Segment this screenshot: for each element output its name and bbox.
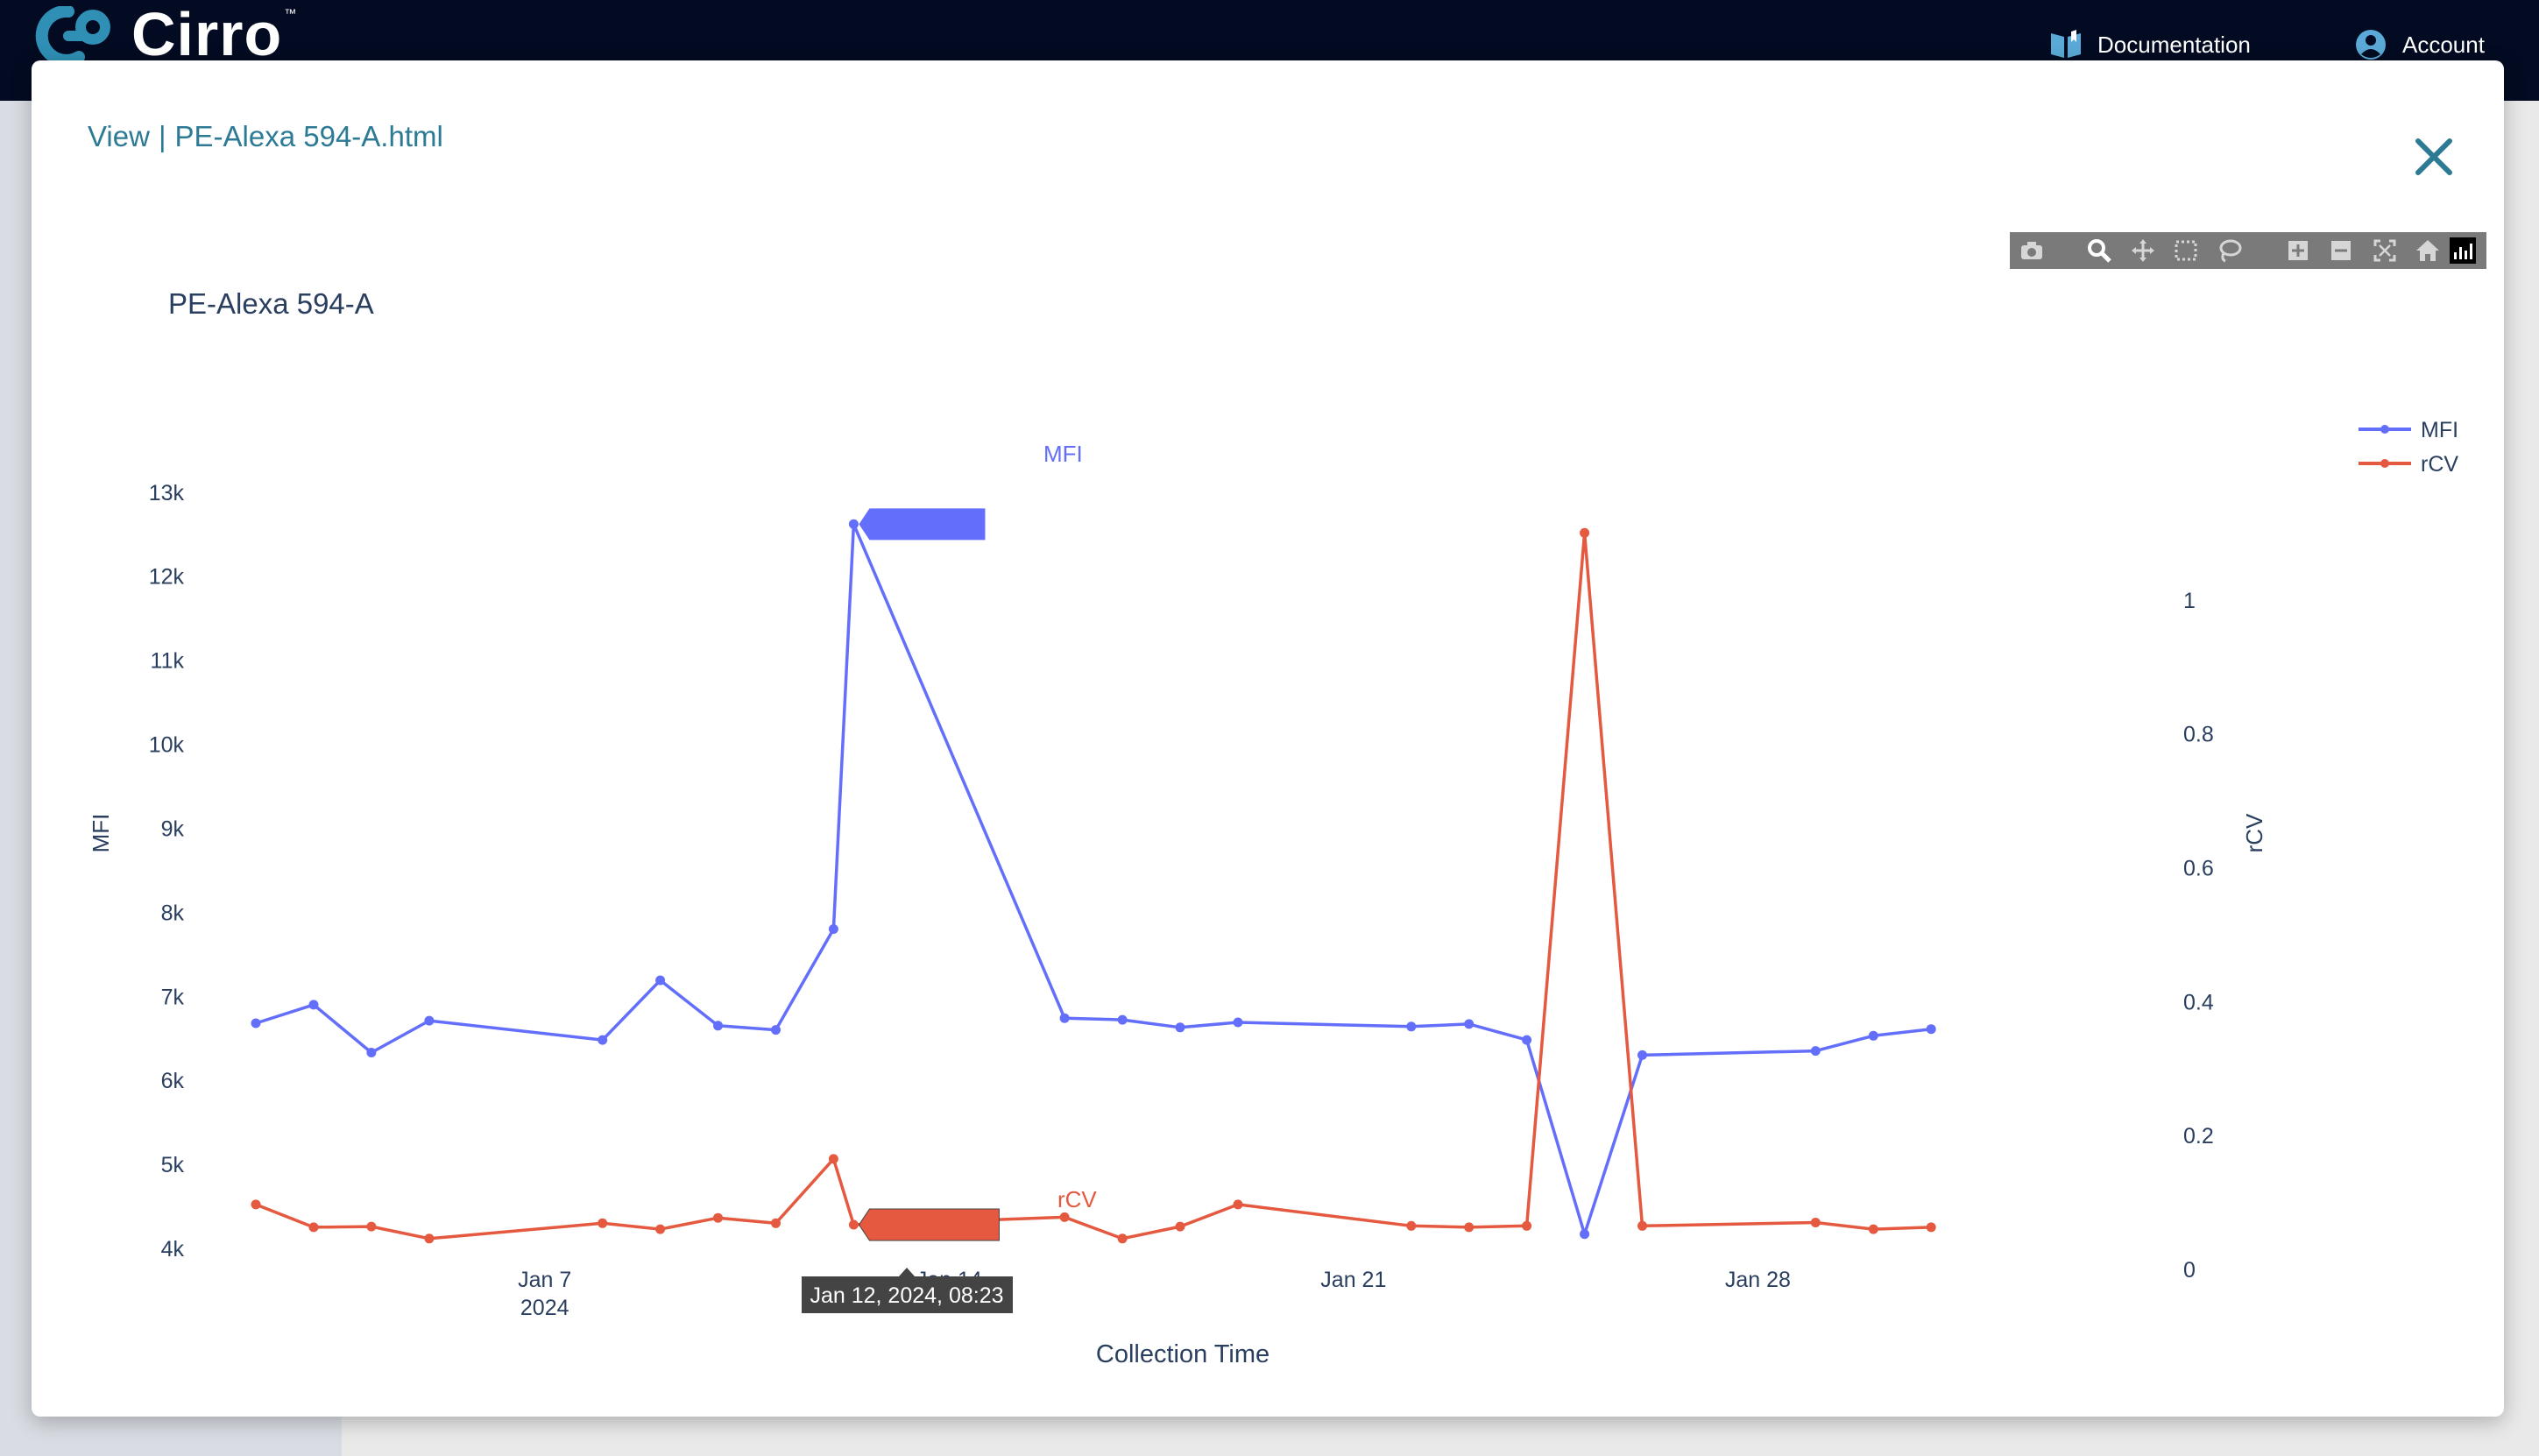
nav-documentation-label: Documentation [2097, 31, 2251, 58]
data-point-rcv[interactable] [1117, 1233, 1128, 1244]
y-axis-ticks: 4k 5k 6k 7k 8k 9k 10k 11k 12k 13k [149, 481, 185, 1262]
y-tick-label: 11k [151, 649, 185, 674]
data-point-rcv[interactable] [1868, 1224, 1878, 1234]
legend-item-mfi[interactable]: MFI [2359, 418, 2458, 442]
data-point-rcv[interactable] [1406, 1220, 1417, 1231]
brand-trademark: ™ [284, 6, 297, 20]
data-point-mfi[interactable] [828, 924, 838, 934]
data-point-rcv[interactable] [1464, 1222, 1475, 1233]
hover-label-mfi: 12.61881k MFI [859, 441, 1083, 541]
hover-x-value: Jan 12, 2024, 08:23 [810, 1283, 1003, 1308]
data-point-rcv[interactable] [366, 1221, 377, 1232]
y2-tick-label: 0.2 [2183, 1124, 2214, 1149]
data-point-mfi[interactable] [1810, 1046, 1821, 1057]
data-point-mfi[interactable] [1233, 1017, 1243, 1028]
hover-mfi-value: 12.61881k [929, 441, 1036, 467]
y2-axis-label: rCV [2241, 813, 2267, 852]
y-tick-label: 12k [149, 565, 185, 590]
y-tick-label: 13k [149, 481, 185, 505]
data-point-rcv[interactable] [1522, 1220, 1532, 1231]
account-circle-icon [2356, 30, 2386, 60]
nav-account[interactable]: Account [2353, 25, 2485, 65]
data-point-mfi[interactable] [1406, 1021, 1417, 1032]
data-point-mfi[interactable] [1637, 1050, 1647, 1060]
data-point-rcv[interactable] [598, 1218, 608, 1228]
data-point-mfi[interactable] [1580, 1229, 1590, 1240]
cirro-logo-icon [35, 6, 110, 66]
data-point-mfi[interactable] [713, 1021, 723, 1031]
data-point-mfi[interactable] [1868, 1030, 1878, 1041]
data-point-rcv[interactable] [1810, 1218, 1821, 1227]
brand[interactable]: Cirro ™ [33, 0, 297, 68]
data-point-rcv[interactable] [308, 1222, 319, 1233]
y-tick-label: 10k [149, 733, 185, 758]
x-tick-label: Jan 21 [1320, 1268, 1386, 1292]
nav-documentation[interactable]: Documentation [2048, 25, 2251, 65]
y2-tick-label: 0 [2183, 1258, 2196, 1283]
y2-tick-label: 0.4 [2183, 990, 2214, 1014]
x-axis-label: Collection Time [1096, 1340, 1270, 1368]
data-point-mfi[interactable] [771, 1025, 781, 1035]
data-point-rcv[interactable] [713, 1212, 723, 1223]
legend: MFI rCV [2359, 418, 2458, 477]
data-point-rcv[interactable] [1580, 527, 1590, 538]
data-point-mfi[interactable] [1926, 1024, 1936, 1035]
data-point-rcv[interactable] [1233, 1199, 1243, 1210]
data-point-mfi[interactable] [308, 1000, 319, 1010]
hover-label-rcv: 0.06667075 rCV [858, 1186, 1097, 1241]
data-point-mfi[interactable] [598, 1035, 608, 1045]
hover-rcv-value: 0.06667075 [929, 1186, 1049, 1212]
data-point-rcv[interactable] [251, 1199, 261, 1210]
x-axis-ticks: Jan 72024Jan 14Jan 21Jan 28 [518, 1268, 1791, 1320]
hover-mfi-name: MFI [1043, 441, 1083, 467]
y-tick-label: 7k [161, 985, 185, 1009]
data-point-mfi[interactable] [1522, 1035, 1532, 1045]
y-tick-label: 6k [161, 1069, 185, 1093]
hover-rcv-name: rCV [1057, 1186, 1097, 1212]
series-line-rcv [255, 531, 1932, 1240]
view-modal: View | PE-Alexa 594-A.html PE-Alexa 594-… [32, 60, 2504, 1417]
nav-account-label: Account [2402, 31, 2485, 58]
book-icon [2051, 30, 2081, 58]
data-point-mfi[interactable] [1117, 1014, 1128, 1025]
data-point-rcv[interactable] [828, 1154, 838, 1164]
data-point-rcv[interactable] [771, 1218, 781, 1228]
data-point-mfi[interactable] [1464, 1019, 1475, 1029]
y2-tick-label: 0.6 [2183, 856, 2214, 880]
data-point-rcv[interactable] [1059, 1212, 1070, 1222]
y-tick-label: 5k [161, 1153, 185, 1177]
y-tick-label: 8k [161, 901, 185, 925]
x-tick-sublabel: 2024 [520, 1296, 569, 1320]
data-point-rcv[interactable] [1175, 1221, 1185, 1232]
data-point-rcv[interactable] [1926, 1222, 1936, 1233]
data-point-rcv[interactable] [1637, 1220, 1647, 1231]
brand-name: Cirro [131, 0, 283, 68]
series-layer [251, 519, 1936, 1244]
y2-axis-ticks: 0 0.2 0.4 0.6 0.8 1 [2183, 589, 2214, 1283]
legend-label-rcv: rCV [2421, 452, 2458, 477]
data-point-mfi[interactable] [424, 1015, 435, 1026]
legend-item-rcv[interactable]: rCV [2359, 452, 2458, 477]
series-line-mfi [255, 522, 1932, 1236]
data-point-mfi[interactable] [366, 1048, 377, 1057]
x-tick-label: Jan 28 [1725, 1268, 1791, 1292]
data-point-mfi[interactable] [251, 1018, 261, 1028]
y-tick-label: 9k [161, 816, 185, 841]
y2-tick-label: 0.8 [2183, 723, 2214, 747]
data-point-mfi[interactable] [655, 975, 666, 986]
line-chart: PE-Alexa 594-A 4k5k6k7k8k9k10k11k12k13k … [88, 287, 2458, 1368]
x-tick-label: Jan 7 [518, 1268, 571, 1292]
data-point-rcv[interactable] [655, 1224, 666, 1234]
data-point-rcv[interactable] [848, 1219, 859, 1230]
chart-title: PE-Alexa 594-A [168, 287, 374, 320]
data-point-mfi[interactable] [1059, 1013, 1070, 1023]
y-tick-label: 4k [161, 1237, 185, 1262]
y-axis-label: MFI [88, 814, 114, 853]
legend-label-mfi: MFI [2421, 418, 2458, 442]
data-point-mfi[interactable] [848, 519, 859, 529]
y2-tick-label: 1 [2183, 589, 2196, 613]
data-point-mfi[interactable] [1175, 1022, 1185, 1033]
data-point-rcv[interactable] [424, 1233, 435, 1244]
